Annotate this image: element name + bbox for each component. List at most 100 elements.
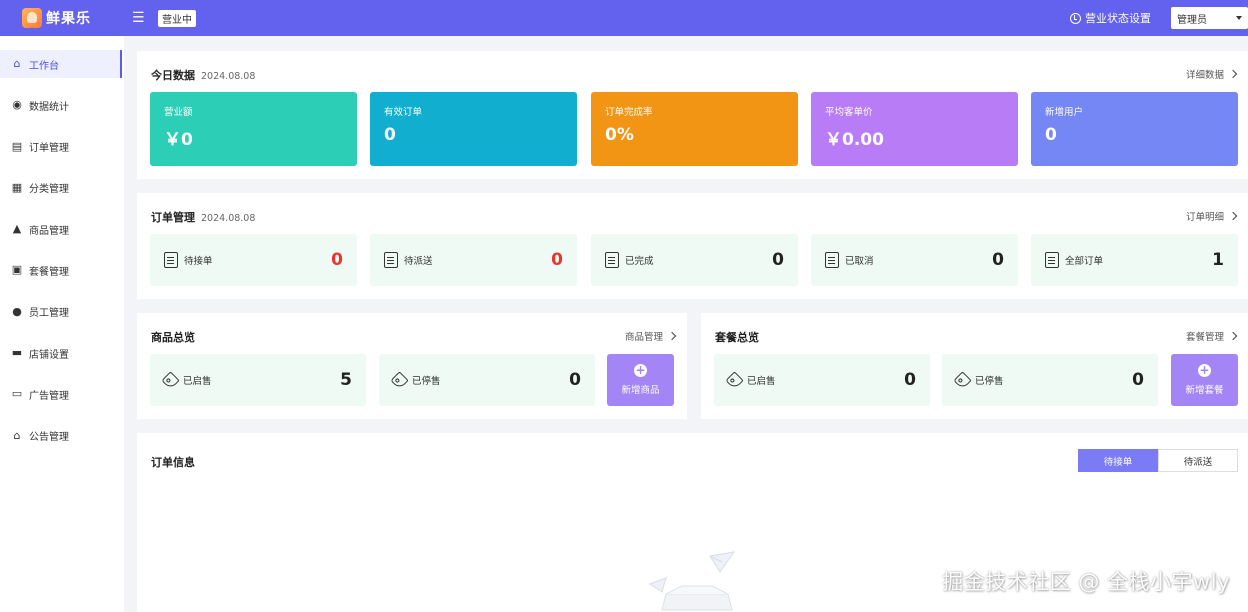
stat-label: 平均客单价 [825,107,873,118]
product-management-link[interactable]: 商品管理 [624,329,677,343]
off-sale-label: 已停售 [412,376,441,387]
stat-tile-avg-price: 平均客单价 ￥0.00 [811,92,1018,166]
stat-value: ￥0 [164,130,193,150]
orders-date: 2024.08.08 [201,213,256,224]
on-sale-count: 0 [904,370,916,390]
sidebar-item-categories[interactable]: ▦ 分类管理 [0,174,124,202]
sidebar-item-store-settings[interactable]: ▬ 店铺设置 [0,339,124,367]
stat-label: 有效订单 [384,107,423,118]
order-label: 已完成 [625,256,654,267]
logo-icon [22,8,42,28]
product-overview-title: 商品总览 [151,331,195,344]
order-tile-cancelled[interactable]: 已取消 0 [811,234,1018,286]
order-count: 0 [992,250,1004,270]
all-orders-icon [1045,252,1059,268]
products-off-sale-tile[interactable]: 已停售 0 [379,354,595,406]
sidebar-item-label: 员工管理 [29,308,69,320]
chevron-right-icon [1228,69,1238,79]
combo-management-link[interactable]: 套餐管理 [1185,329,1238,343]
status-setting-label: 营业状态设置 [1085,12,1151,25]
today-data-title: 今日数据 2024.08.08 [151,67,255,83]
tag-off-icon [953,370,972,390]
stat-tile-new-users: 新增用户 0 [1031,92,1238,166]
sidebar-item-ads[interactable]: ▭ 广告管理 [0,380,124,408]
sidebar-item-notices[interactable]: ⌂ 公告管理 [0,422,124,450]
combo-management-label: 套餐管理 [1185,332,1224,343]
add-combo-button[interactable]: + 新增套餐 [1171,354,1238,406]
billboard-icon: ▭ [11,387,23,401]
order-tile-completed[interactable]: 已完成 0 [591,234,798,286]
tag-off-icon [390,370,409,390]
detail-data-link[interactable]: 详细数据 [1185,67,1238,81]
clipboard-icon: ▤ [11,139,23,153]
off-sale-label: 已停售 [975,376,1004,387]
add-combo-label: 新增套餐 [1185,385,1224,396]
order-count: 0 [551,250,563,270]
today-title-text: 今日数据 [151,69,195,82]
order-label: 待派送 [404,256,433,267]
sidebar-item-employees[interactable]: ● 员工管理 [0,298,124,326]
home-icon: ⌂ [13,57,21,70]
tag-icon [161,370,180,390]
watermark: 掘金技术社区 @ 全栈小宇wly [942,570,1230,594]
order-label: 待接单 [184,256,213,267]
order-info-title: 订单信息 [151,456,195,469]
sidebar-item-label: 数据统计 [29,101,69,113]
sidebar-item-label: 广告管理 [29,390,69,402]
tab-pending[interactable]: 待接单 [1078,449,1158,472]
pending-order-icon [164,252,178,268]
sidebar-item-label: 工作台 [29,60,59,72]
order-label: 已取消 [845,256,874,267]
user-dropdown[interactable]: 管理员 [1171,7,1248,29]
order-detail-link[interactable]: 订单明细 [1185,209,1238,223]
sidebar-item-combos[interactable]: ▣ 套餐管理 [0,256,124,284]
today-data-card: 今日数据 2024.08.08 详细数据 营业额 ￥0 有效订单 0 订单完成率 … [137,51,1248,179]
sidebar-item-orders[interactable]: ▤ 订单管理 [0,133,124,161]
order-detail-label: 订单明细 [1185,212,1224,223]
stat-tile-valid-orders: 有效订单 0 [370,92,577,166]
stat-tile-revenue: 营业额 ￥0 [150,92,357,166]
tag-icon [725,370,744,390]
off-sale-count: 0 [569,370,581,390]
combos-on-sale-tile[interactable]: 已启售 0 [714,354,930,406]
today-date: 2024.08.08 [201,71,256,82]
order-count: 0 [772,250,784,270]
sidebar-item-statistics[interactable]: ◉ 数据统计 [0,91,124,119]
sidebar-item-label: 公告管理 [29,432,69,444]
order-tile-all[interactable]: 全部订单 1 [1031,234,1238,286]
on-sale-label: 已启售 [747,376,776,387]
sidebar-item-label: 套餐管理 [29,266,69,278]
grid-icon: ▦ [11,180,23,194]
tab-to-deliver[interactable]: 待派送 [1158,449,1238,472]
product-overview-card: 商品总览 商品管理 已启售 5 已停售 0 + 新增商品 [137,313,687,419]
sidebar-item-workbench[interactable]: ⌂ 工作台 [0,50,122,78]
order-tile-pending[interactable]: 待接单 0 [150,234,357,286]
combos-off-sale-tile[interactable]: 已停售 0 [942,354,1158,406]
top-bar-right: 营业状态设置 管理员 [1070,7,1248,29]
sidebar-item-label: 商品管理 [29,225,69,237]
plus-icon: + [634,363,647,377]
sidebar-item-products[interactable]: ▲ 商品管理 [0,215,124,243]
stat-value: 0% [605,125,634,145]
chevron-right-icon [1228,331,1238,341]
caret-down-icon [1236,16,1242,20]
stat-label: 新增用户 [1045,107,1084,118]
menu-toggle-icon[interactable]: ☰ [132,10,158,26]
app-logo[interactable]: 鲜果乐 [22,8,132,28]
add-product-button[interactable]: + 新增商品 [607,354,674,406]
order-tile-to-deliver[interactable]: 待派送 0 [370,234,577,286]
empty-state-illustration [648,551,736,611]
store-icon: ▬ [11,346,23,360]
completed-order-icon [605,252,619,268]
order-info-tabs: 待接单 待派送 [1078,449,1238,472]
order-management-card: 订单管理 2024.08.08 订单明细 待接单 0 待派送 0 已完成 0 已取… [137,193,1248,299]
app-name: 鲜果乐 [46,11,91,27]
order-label: 全部订单 [1065,256,1104,267]
status-setting-button[interactable]: 营业状态设置 [1070,10,1151,26]
products-on-sale-tile[interactable]: 已启售 5 [150,354,366,406]
plus-icon: + [1198,363,1211,377]
stat-label: 营业额 [164,107,193,118]
orders-title-text: 订单管理 [151,211,195,224]
detail-data-label: 详细数据 [1185,70,1224,81]
product-management-label: 商品管理 [624,332,663,343]
